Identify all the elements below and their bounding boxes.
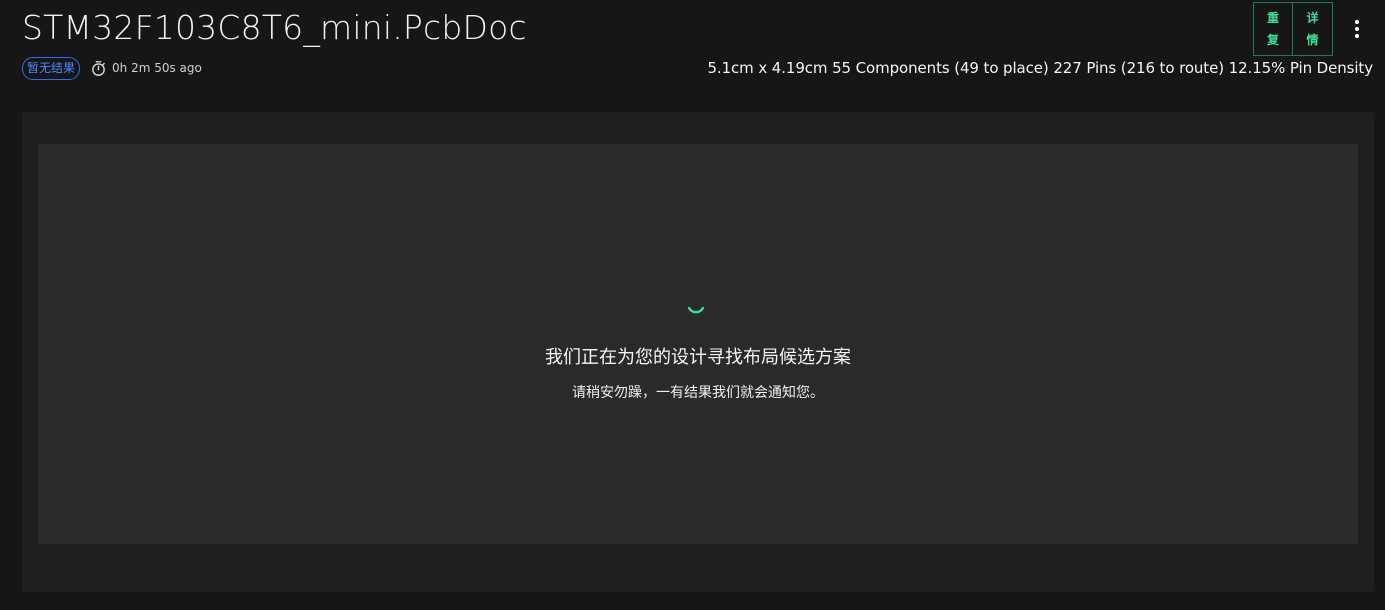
more-vertical-icon[interactable] — [1345, 16, 1369, 42]
loading-panel: 我们正在为您的设计寻找布局候选方案 请稍安勿躁，一有结果我们就会通知您。 — [38, 144, 1358, 544]
details-label-line1: 详 — [1306, 11, 1319, 25]
loading-title: 我们正在为您的设计寻找布局候选方案 — [545, 347, 851, 368]
stopwatch-icon — [92, 60, 105, 76]
retry-button[interactable]: 重 复 — [1253, 2, 1293, 56]
loading-subtitle: 请稍安勿躁，一有结果我们就会通知您。 — [572, 385, 824, 401]
app-page: STM32F103C8T6_mini.PcbDoc 暂无结果 0h 2m 50s… — [0, 0, 1385, 610]
page-title: STM32F103C8T6_mini.PcbDoc — [22, 8, 527, 47]
meta-row: 暂无结果 0h 2m 50s ago — [22, 56, 202, 80]
elapsed-timer: 0h 2m 50s ago — [90, 60, 202, 77]
board-stats: 5.1cm x 4.19cm 55 Components (49 to plac… — [707, 59, 1373, 77]
action-button-group: 重 复 详 情 — [1253, 2, 1333, 56]
spinner-icon — [687, 306, 705, 314]
retry-label-line2: 复 — [1266, 33, 1279, 47]
details-button[interactable]: 详 情 — [1293, 2, 1333, 56]
status-badge: 暂无结果 — [22, 56, 81, 80]
loading-area: 我们正在为您的设计寻找布局候选方案 请稍安勿躁，一有结果我们就会通知您。 — [38, 144, 1358, 544]
details-label-line2: 情 — [1306, 33, 1319, 47]
retry-label-line1: 重 — [1266, 11, 1279, 25]
elapsed-time: 0h 2m 50s ago — [112, 61, 202, 75]
